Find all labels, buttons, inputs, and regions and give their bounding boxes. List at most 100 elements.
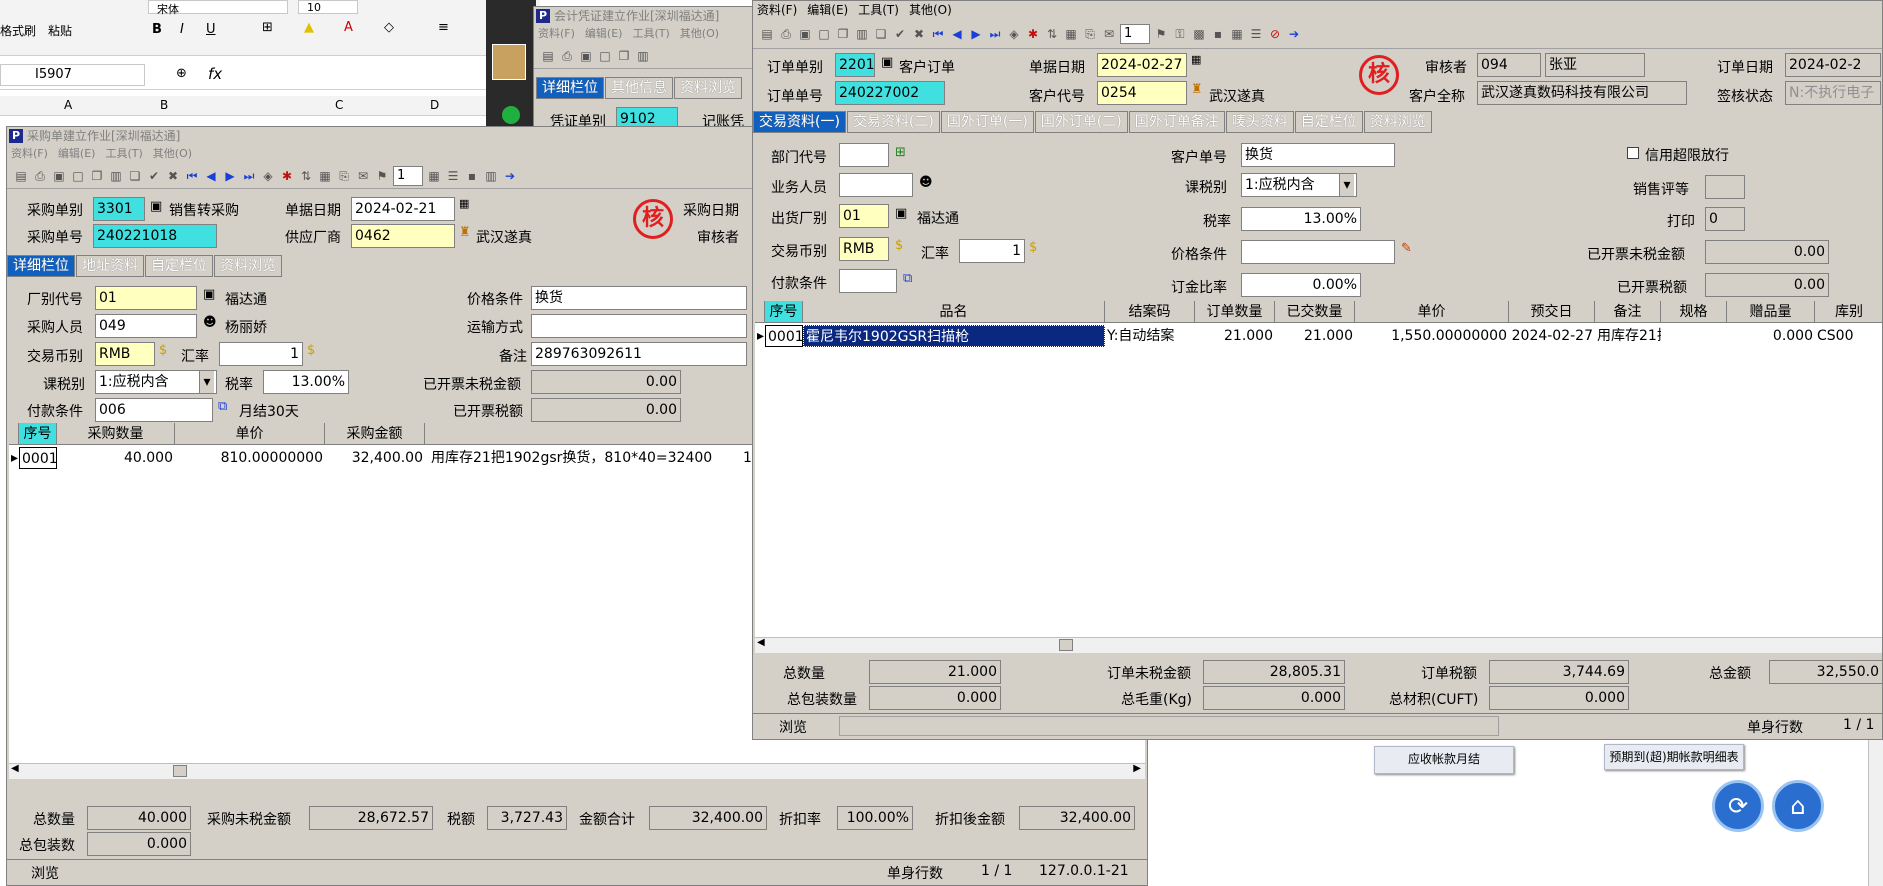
hdr-gift[interactable]: 赠品量 — [1727, 301, 1815, 322]
cell-price[interactable]: 810.00000000 — [175, 447, 325, 469]
sort-icon[interactable]: ⇅ — [1044, 26, 1060, 42]
hdr-price[interactable]: 单价 — [1355, 301, 1509, 322]
tab-other-info[interactable]: 其他信息 — [605, 77, 673, 99]
tab-custom[interactable]: 自定栏位 — [1294, 111, 1363, 133]
fill-color-icon[interactable]: ▲ — [304, 20, 314, 35]
preview-icon[interactable]: ▤ — [540, 48, 556, 64]
preview-icon[interactable]: ▤ — [759, 26, 775, 42]
export-icon[interactable]: ▣ — [51, 168, 67, 184]
hdr-note[interactable]: 备注 — [1595, 301, 1661, 322]
payment-field[interactable] — [839, 269, 897, 293]
print-icon[interactable]: ⎙ — [32, 168, 48, 184]
voucher-titlebar[interactable]: P 会计凭证建立作业[深圳福达通] — [534, 7, 762, 25]
home-icon[interactable]: ⌂ — [1772, 780, 1824, 832]
font-size-select[interactable]: 10 — [298, 0, 358, 14]
format-painter-label[interactable]: 格式刷 — [0, 22, 36, 39]
price-cond-edit-icon[interactable]: ✎ — [1401, 241, 1412, 256]
calendar-icon[interactable]: ▦ — [1191, 53, 1201, 66]
border-icon[interactable]: ⊞ — [262, 20, 273, 35]
hdr-qty[interactable]: 订单数量 — [1195, 301, 1275, 322]
shipping-field[interactable] — [531, 314, 747, 338]
confirm-icon[interactable]: ✔ — [892, 26, 908, 42]
first-record-icon[interactable]: ⏮ — [930, 26, 946, 42]
paste-label[interactable]: 粘贴 — [48, 22, 72, 39]
calendar-icon[interactable]: ▦ — [459, 197, 469, 210]
fx-label[interactable]: fx — [208, 65, 222, 83]
delete-icon[interactable]: ▥ — [854, 26, 870, 42]
mail-icon[interactable]: ✉ — [1101, 26, 1117, 42]
order-type-field[interactable]: 2201 — [835, 53, 875, 77]
tab-address[interactable]: 地址资料 — [76, 255, 144, 277]
italic-icon[interactable]: I — [180, 22, 184, 37]
currency-icon[interactable]: $ — [159, 343, 167, 358]
tab-foreign-note[interactable]: 国外订单备注 — [1128, 111, 1225, 133]
eraser-icon[interactable]: ◇ — [384, 20, 394, 35]
payment-lookup-icon[interactable]: ⧉ — [903, 271, 912, 286]
supplier-code-field[interactable]: 0462 — [351, 224, 455, 248]
tab-browse[interactable]: 资料浏览 — [674, 77, 742, 99]
name-box[interactable]: I5907 — [0, 64, 145, 86]
font-select[interactable]: 宋体 — [148, 0, 288, 16]
cust-code-field[interactable]: 0254 — [1097, 81, 1187, 105]
cell-qty[interactable]: 21.000 — [1195, 325, 1275, 347]
list-icon[interactable]: ☰ — [1248, 26, 1264, 42]
attach-icon[interactable]: ⎘ — [336, 168, 352, 184]
last-record-icon[interactable]: ⏭ — [987, 26, 1003, 42]
hdr-due[interactable]: 预交日 — [1509, 301, 1595, 322]
next-record-icon[interactable]: ▶ — [222, 168, 238, 184]
page-input[interactable]: 1 — [393, 165, 423, 186]
next-record-icon[interactable]: ▶ — [968, 26, 984, 42]
print-icon[interactable]: ⎙ — [559, 48, 575, 64]
paste-icon[interactable]: ❏ — [127, 168, 143, 184]
taxtype-select[interactable]: 1:应税内含 — [95, 370, 217, 394]
copy-icon[interactable]: ❐ — [89, 168, 105, 184]
horizontal-scrollbar[interactable]: ◀ ▶ — [9, 763, 1145, 779]
table-row[interactable]: ▸ 0001 霍尼韦尔1902GSR扫描枪 Y:自动结案 21.000 21.0… — [755, 325, 1882, 347]
price-cond-field[interactable] — [1241, 240, 1395, 264]
buyer-code-field[interactable]: 049 — [95, 314, 197, 338]
factory-lookup-icon[interactable]: ▣ — [203, 287, 215, 302]
cell-seq[interactable]: 0001 — [19, 447, 57, 469]
right-scrollbar[interactable] — [1868, 740, 1883, 886]
filter-icon[interactable]: ✱ — [1025, 26, 1041, 42]
query-icon[interactable]: ◈ — [1006, 26, 1022, 42]
purchase-no-field[interactable]: 240221018 — [93, 224, 217, 248]
tab-browse[interactable]: 资料浏览 — [214, 255, 282, 277]
currency-field[interactable]: RMB — [95, 342, 155, 366]
new-icon[interactable]: □ — [70, 168, 86, 184]
hdr-wh[interactable]: 库别 — [1815, 301, 1882, 322]
alert-icon[interactable]: ⊘ — [1267, 26, 1283, 42]
payment-lookup-icon[interactable]: ⧉ — [218, 399, 227, 414]
scroll-left-icon[interactable]: ◀ — [757, 637, 765, 648]
person-icon[interactable]: ☻ — [203, 315, 217, 330]
print-icon[interactable]: ⎙ — [778, 26, 794, 42]
hdr-seq[interactable]: 序号 — [765, 301, 803, 322]
delete-icon[interactable]: ▥ — [108, 168, 124, 184]
date-field[interactable]: 2024-02-27 — [1097, 53, 1187, 77]
col-c[interactable]: C — [335, 98, 343, 112]
hdr-spec[interactable]: 规格 — [1661, 301, 1727, 322]
order-no-field[interactable]: 240227002 — [835, 81, 945, 105]
hdr-qty[interactable]: 采购数量 — [57, 423, 175, 444]
taxrate-field[interactable]: 13.00% — [1241, 207, 1361, 231]
paste-icon[interactable]: ❏ — [873, 26, 889, 42]
date-field[interactable]: 2024-02-21 — [351, 197, 455, 221]
remark-field[interactable]: 289763092611 — [531, 342, 747, 366]
last-record-icon[interactable]: ⏭ — [241, 168, 257, 184]
overdue-report-button[interactable]: 预期到(超)期帐款明细表 — [1604, 744, 1744, 770]
stop-icon[interactable]: ▪ — [1210, 26, 1226, 42]
dept-field[interactable] — [839, 143, 889, 167]
cell-seq[interactable]: 0001 — [765, 325, 803, 347]
person-icon[interactable]: ☻ — [919, 175, 933, 190]
lookup-icon[interactable]: ▣ — [881, 55, 893, 70]
currency-field[interactable]: RMB — [839, 237, 889, 261]
cell-delivered[interactable]: 21.000 — [1275, 325, 1355, 347]
cancel-icon[interactable]: ✖ — [911, 26, 927, 42]
lookup-icon[interactable]: ▣ — [150, 199, 162, 214]
credit-checkbox[interactable] — [1627, 147, 1639, 159]
cust-no-field[interactable]: 换货 — [1241, 143, 1395, 167]
first-record-icon[interactable]: ⏮ — [184, 168, 200, 184]
factory-lookup-icon[interactable]: ▣ — [895, 206, 907, 221]
rate-field[interactable]: 1 — [219, 342, 303, 366]
exit-icon[interactable]: ➔ — [502, 168, 518, 184]
